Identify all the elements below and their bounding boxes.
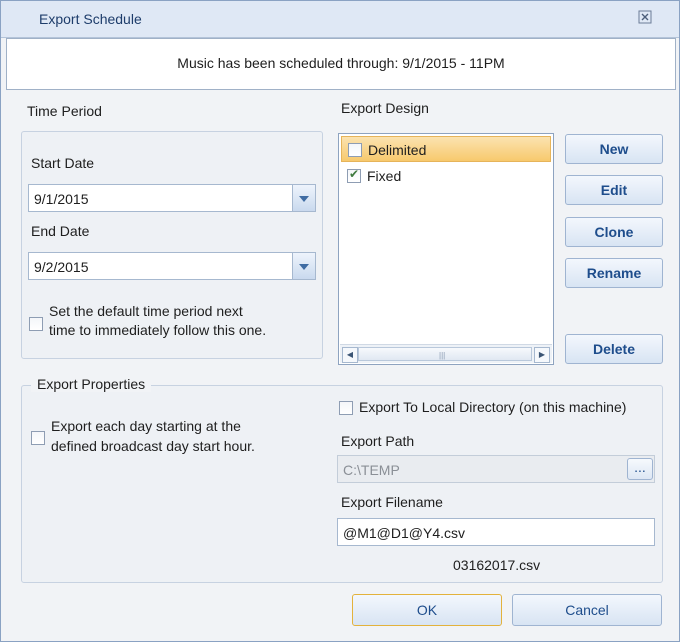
start-date-picker[interactable]: 9/1/2015: [28, 184, 316, 212]
start-date-label: Start Date: [31, 155, 95, 171]
rename-button[interactable]: Rename: [565, 258, 663, 288]
delete-button[interactable]: Delete: [565, 334, 663, 364]
horizontal-scrollbar[interactable]: ◀ ||| ▶: [340, 344, 552, 363]
clone-button[interactable]: Clone: [565, 217, 663, 247]
list-item-delimited[interactable]: Delimited: [341, 136, 551, 162]
default-time-period-checkbox[interactable]: [29, 317, 43, 331]
title-bar: Export Schedule: [1, 1, 679, 38]
grip-icon: |||: [439, 351, 446, 360]
cancel-button[interactable]: Cancel: [512, 594, 662, 626]
scroll-thumb[interactable]: |||: [358, 347, 532, 361]
export-design-heading: Export Design: [341, 100, 429, 116]
export-filename-value: @M1@D1@Y4.csv: [343, 525, 465, 541]
export-path-field[interactable]: C:\TEMP: [337, 455, 655, 483]
schedule-message: Music has been scheduled through: 9/1/20…: [177, 55, 505, 71]
default-time-period-label-line2: time to immediately follow this one.: [49, 322, 267, 338]
edit-button[interactable]: Edit: [565, 175, 663, 205]
chevron-down-icon[interactable]: [292, 185, 315, 211]
close-icon[interactable]: [637, 10, 653, 26]
export-each-day-checkbox[interactable]: [31, 431, 45, 445]
export-schedule-dialog: Export Schedule Music has been scheduled…: [0, 0, 680, 642]
export-filename-label: Export Filename: [341, 494, 443, 510]
export-path-value: C:\TEMP: [343, 462, 400, 478]
window-title: Export Schedule: [39, 11, 142, 27]
scroll-right-icon[interactable]: ▶: [534, 347, 550, 363]
local-directory-checkbox[interactable]: [339, 401, 353, 415]
end-date-value: 9/2/2015: [34, 259, 89, 275]
scroll-left-icon[interactable]: ◀: [342, 347, 358, 363]
export-properties-heading: Export Properties: [31, 376, 152, 392]
schedule-banner: Music has been scheduled through: 9/1/20…: [6, 38, 676, 90]
default-time-period-label-line1: Set the default time period next: [49, 303, 243, 319]
chevron-down-icon[interactable]: [292, 253, 315, 279]
start-date-value: 9/1/2015: [34, 191, 89, 207]
export-filename-field[interactable]: @M1@D1@Y4.csv: [337, 518, 655, 546]
export-each-day-label-line1: Export each day starting at the: [51, 418, 241, 434]
export-design-list[interactable]: Delimited Fixed ◀ ||| ▶: [338, 133, 554, 365]
local-directory-label: Export To Local Directory (on this machi…: [359, 399, 627, 415]
list-item-label: Delimited: [368, 142, 427, 158]
time-period-heading: Time Period: [27, 103, 102, 119]
end-date-picker[interactable]: 9/2/2015: [28, 252, 316, 280]
list-item-fixed[interactable]: Fixed: [341, 163, 551, 189]
end-date-label: End Date: [31, 223, 90, 239]
delimited-checkbox[interactable]: [348, 143, 362, 157]
fixed-checkbox[interactable]: [347, 167, 361, 183]
list-item-label: Fixed: [367, 168, 402, 184]
export-path-label: Export Path: [341, 433, 415, 449]
ok-button[interactable]: OK: [352, 594, 502, 626]
browse-button[interactable]: ...: [627, 458, 653, 480]
export-each-day-label-line2: defined broadcast day start hour.: [51, 438, 255, 454]
filename-preview: 03162017.csv: [453, 557, 541, 573]
new-button[interactable]: New: [565, 134, 663, 164]
